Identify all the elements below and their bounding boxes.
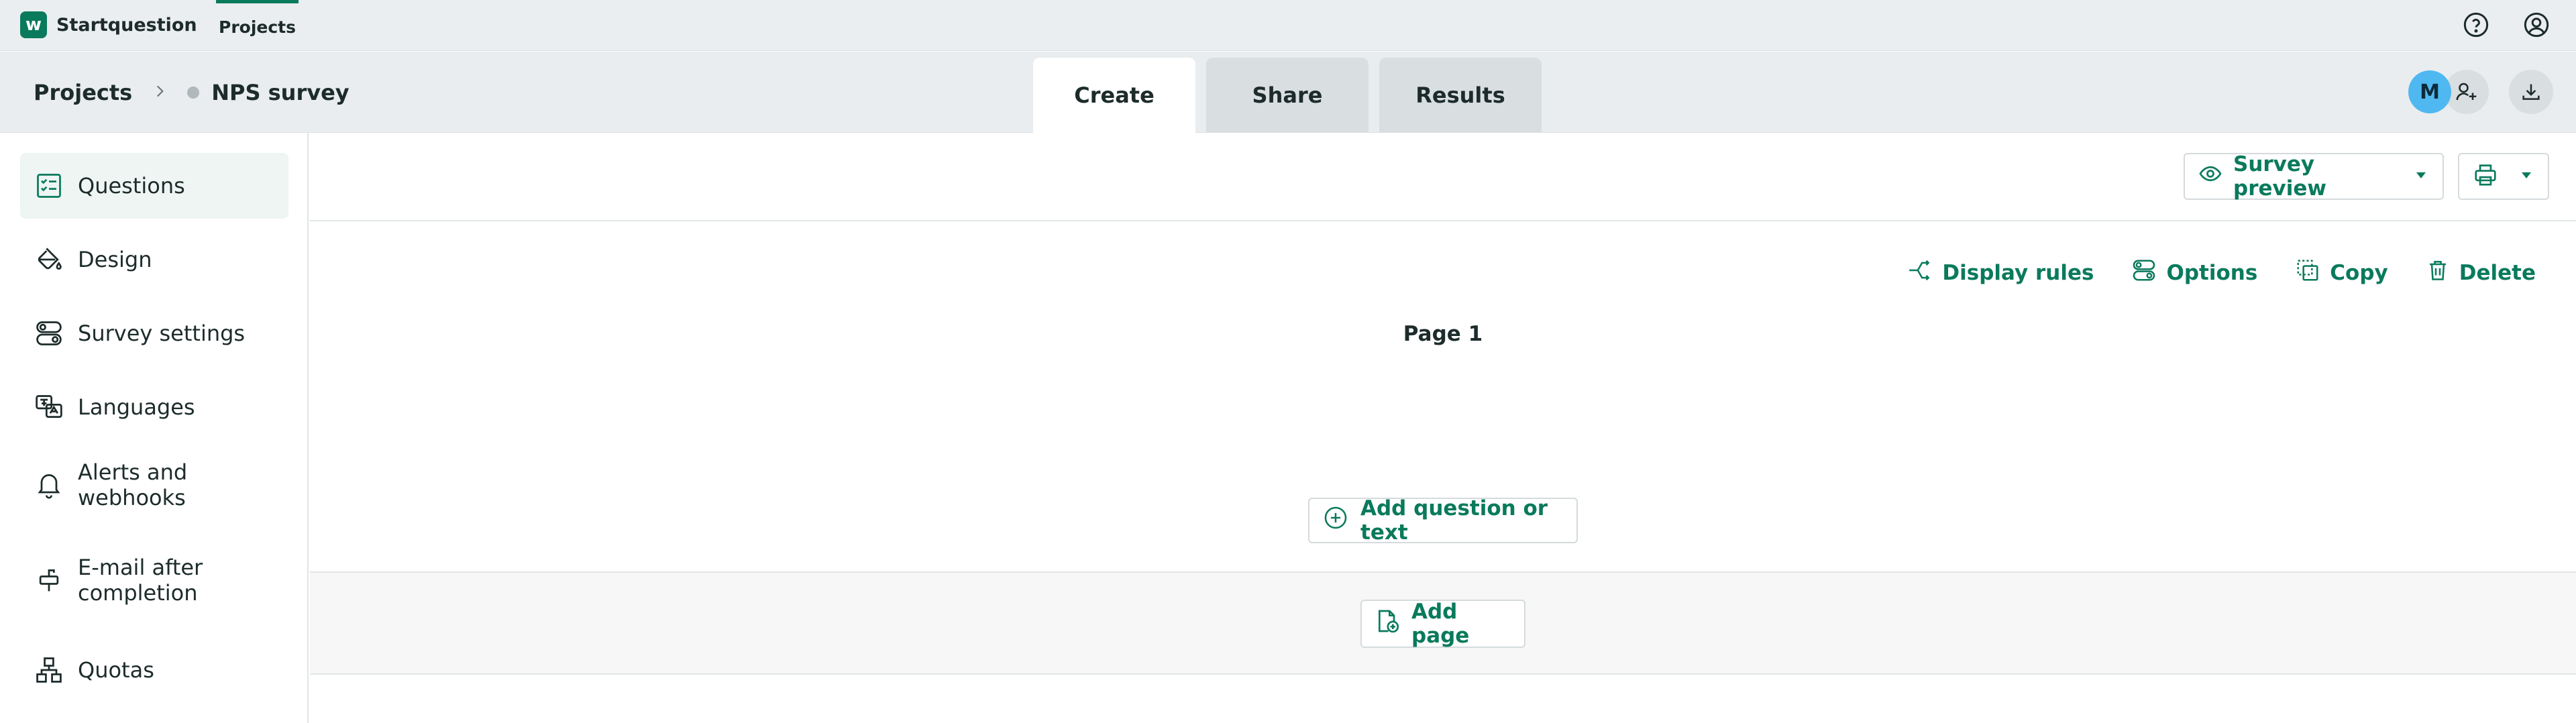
caret-down-icon[interactable]: [2413, 164, 2429, 188]
tab-results[interactable]: Results: [1379, 58, 1542, 133]
printer-icon: [2473, 162, 2498, 190]
copy-icon: [2295, 258, 2320, 288]
page-actions: Display rules Options Copy Delete: [1907, 258, 2536, 288]
delete-button[interactable]: Delete: [2426, 258, 2536, 288]
add-page-label: Add page: [1411, 600, 1470, 648]
avatar[interactable]: M: [2408, 70, 2451, 113]
survey-preview-button[interactable]: Survey preview: [2184, 152, 2444, 201]
brand[interactable]: w Startquestion: [20, 11, 197, 38]
sidebar-item-label: Languages: [78, 394, 195, 420]
sidebar-item-quotas[interactable]: Quotas: [20, 637, 288, 703]
display-rules-button[interactable]: Display rules: [1907, 258, 2094, 288]
delete-label: Delete: [2459, 261, 2536, 285]
sidebar-item-label: Design: [78, 247, 152, 272]
sidebar-item-label: Survey settings: [78, 321, 246, 346]
top-icons: [2461, 9, 2552, 40]
eye-icon: [2198, 162, 2222, 191]
bell-icon: [34, 469, 64, 500]
toggles-icon: [2131, 258, 2157, 288]
page-footer: Add page: [310, 571, 2576, 675]
add-page-button[interactable]: Add page: [1360, 600, 1525, 648]
copy-label: Copy: [2330, 261, 2388, 285]
breadcrumb-projects[interactable]: Projects: [34, 80, 132, 105]
project-actions: M: [2408, 70, 2553, 114]
translate-icon: [34, 392, 64, 423]
sidebar-item-email-after-completion[interactable]: E-mail after completion: [20, 543, 288, 617]
sidebar-item-label: E-mail after completion: [78, 555, 203, 606]
options-button[interactable]: Options: [2131, 258, 2257, 288]
sidebar-item-label: Quotas: [78, 657, 154, 683]
page-title: Page 1: [1403, 322, 1483, 346]
sidebar-item-design[interactable]: Design: [20, 227, 288, 292]
options-label: Options: [2166, 261, 2258, 285]
add-question-label: Add question or text: [1360, 496, 1548, 545]
trash-icon: [2426, 258, 2450, 288]
print-button[interactable]: [2458, 153, 2549, 200]
add-question-button[interactable]: Add question or text: [1308, 496, 1578, 545]
nav-projects[interactable]: Projects: [216, 0, 299, 51]
sidebar-item-label: Alerts and webhooks: [78, 459, 188, 510]
sidebar-item-languages[interactable]: Languages: [20, 374, 288, 440]
top-bar: w Startquestion Projects: [0, 0, 2576, 51]
sidebar-item-label: Questions: [78, 173, 185, 199]
branch-icon: [1907, 258, 1933, 288]
paint-bucket-icon: [34, 244, 64, 275]
tabs: Create Share Results: [1033, 58, 1542, 133]
startquestion-logo-icon: w: [20, 11, 47, 38]
mailbox-icon: [34, 565, 64, 596]
sidebar: Questions Design Survey settings Languag…: [0, 133, 309, 723]
display-rules-label: Display rules: [1942, 261, 2094, 285]
breadcrumb-current: NPS survey: [187, 79, 350, 105]
chevron-right-icon: [151, 80, 168, 105]
sidebar-item-questions[interactable]: Questions: [20, 153, 288, 219]
copy-button[interactable]: Copy: [2295, 258, 2388, 288]
status-dot-icon: [187, 86, 200, 99]
help-icon[interactable]: [2461, 9, 2491, 40]
tab-share[interactable]: Share: [1206, 58, 1368, 133]
sidebar-item-alerts-webhooks[interactable]: Alerts and webhooks: [20, 448, 288, 522]
brand-name: Startquestion: [56, 14, 197, 36]
plus-circle-icon: [1323, 505, 1348, 536]
tab-create[interactable]: Create: [1033, 58, 1195, 133]
download-button[interactable]: [2509, 70, 2553, 114]
editor-toolbar: Survey preview: [310, 133, 2576, 221]
hierarchy-icon: [34, 655, 64, 685]
survey-preview-label: Survey preview: [2233, 152, 2327, 201]
survey-name: NPS survey: [211, 79, 350, 105]
checklist-icon: [34, 170, 64, 201]
account-icon[interactable]: [2521, 9, 2552, 40]
breadcrumb: Projects NPS survey: [34, 52, 350, 133]
editor-area: Survey preview Display rules Options Cop…: [310, 133, 2576, 723]
toggles-icon: [34, 318, 64, 349]
sidebar-item-survey-settings[interactable]: Survey settings: [20, 300, 288, 366]
file-plus-icon: [1374, 608, 1401, 640]
caret-down-icon[interactable]: [2518, 167, 2534, 186]
